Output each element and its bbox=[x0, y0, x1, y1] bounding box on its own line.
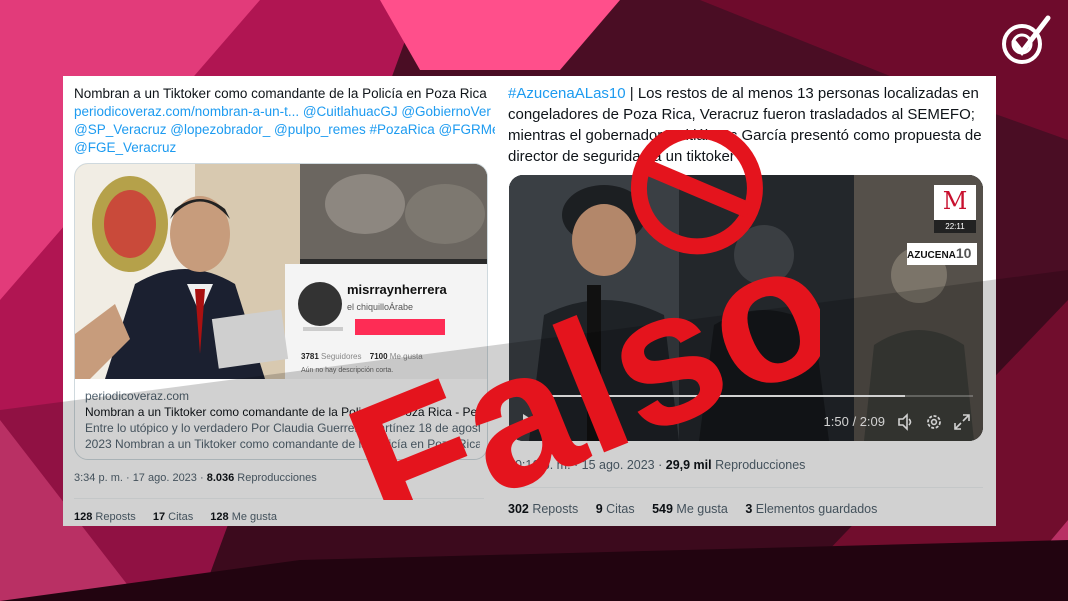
play-icon[interactable] bbox=[521, 413, 537, 431]
left-quotes[interactable]: 17 Citas bbox=[153, 511, 193, 523]
program-number: 10 bbox=[955, 245, 972, 261]
left-reposts[interactable]: 128 Reposts bbox=[74, 511, 136, 523]
right-likes-label: Me gusta bbox=[672, 502, 728, 516]
right-views-label: Reproducciones bbox=[711, 458, 806, 472]
left-quotes-count: 17 bbox=[152, 511, 166, 523]
right-tweet-card[interactable]: #AzucenaALas10 | Los restos de al menos … bbox=[495, 76, 996, 526]
link-preview-domain: periodicoveraz.com bbox=[85, 389, 190, 403]
right-saves-label: Elementos guardados bbox=[752, 502, 878, 516]
left-likes[interactable]: 128 Me gusta bbox=[210, 511, 277, 523]
left-likes-label: Me gusta bbox=[228, 511, 277, 523]
video-time: 1:50 / 2:09 bbox=[824, 414, 885, 429]
left-tweet-stats: 128 Reposts 17 Citas 128 Me gusta bbox=[74, 511, 291, 523]
fullscreen-icon[interactable] bbox=[953, 413, 971, 431]
left-tweet-links[interactable]: periodicoveraz.com/nombran-a-un-t... @Cu… bbox=[74, 103, 491, 121]
right-reposts-label: Reposts bbox=[528, 502, 579, 516]
video-duration: 2:09 bbox=[859, 414, 885, 429]
link-preview-desc-2: 2023 Nombran a un Tiktoker como comandan… bbox=[85, 437, 480, 451]
right-saves[interactable]: 3 Elementos guardados bbox=[745, 502, 877, 516]
video-progress-fill bbox=[519, 395, 905, 397]
right-quotes-label: Citas bbox=[602, 502, 635, 516]
video-elapsed: 1:50 bbox=[823, 414, 849, 429]
left-timestamp-text: 3:34 p. m. · 17 ago. 2023 · bbox=[74, 472, 207, 484]
video-frame bbox=[509, 175, 983, 441]
thumb-stats: 3781 Seguidores 7100 Me gusta bbox=[301, 352, 423, 361]
right-divider bbox=[508, 487, 983, 488]
right-tweet-hashtag[interactable]: #AzucenaALas10 bbox=[508, 85, 626, 102]
program-label: AZUCENA bbox=[907, 250, 956, 261]
right-reposts-count: 302 bbox=[508, 502, 529, 516]
right-tweet-timestamp: 10:16 p. m. · 15 ago. 2023 · 29,9 mil Re… bbox=[508, 458, 805, 472]
thumb-bio: Aún no hay descripción corta. bbox=[301, 367, 394, 374]
thumbnail-illustration bbox=[75, 164, 487, 379]
left-reposts-label: Reposts bbox=[92, 511, 136, 523]
video-player[interactable]: M 22:11 AZUCENA10 1:50 / 2:09 bbox=[509, 175, 983, 441]
link-preview-thumbnail: misrraynherrera el chiquilloÁrabe 3781 S… bbox=[75, 164, 487, 379]
left-views-label: Reproducciones bbox=[234, 472, 317, 484]
right-quotes-count: 9 bbox=[595, 502, 603, 516]
left-likes-count: 128 bbox=[210, 511, 229, 523]
video-progress-track[interactable] bbox=[519, 395, 973, 397]
thumb-profile-sub: el chiquilloÁrabe bbox=[347, 302, 414, 312]
right-reposts[interactable]: 302 Reposts bbox=[508, 502, 578, 516]
left-tweet-card[interactable]: Nombran a un Tiktoker como comandante de… bbox=[63, 76, 495, 526]
right-quotes[interactable]: 9 Citas bbox=[596, 502, 635, 516]
left-views-count: 8.036 bbox=[206, 472, 235, 484]
right-likes-count: 549 bbox=[652, 502, 673, 516]
left-tweet-mentions[interactable]: @SP_Veracruz @lopezobrador_ @pulpo_remes… bbox=[74, 121, 495, 139]
left-reposts-count: 128 bbox=[74, 511, 93, 523]
link-preview-meta: periodicoveraz.com Nombran a un Tiktoker… bbox=[85, 388, 480, 452]
left-divider bbox=[74, 498, 484, 499]
link-preview-title[interactable]: Nombran a un Tiktoker como comandante de… bbox=[85, 404, 480, 420]
left-tweet-text: Nombran a un Tiktoker como comandante de… bbox=[74, 85, 495, 157]
left-tweet-headline: Nombran a un Tiktoker como comandante de… bbox=[74, 86, 487, 101]
video-time-separator: / bbox=[848, 414, 860, 429]
thumb-count1: 3781 bbox=[301, 352, 319, 361]
right-timestamp-text: 10:16 p. m. · 15 ago. 2023 · bbox=[508, 458, 666, 472]
link-preview-card[interactable]: misrraynherrera el chiquilloÁrabe 3781 S… bbox=[74, 163, 488, 460]
left-quotes-label: Citas bbox=[165, 511, 194, 523]
left-tweet-timestamp: 3:34 p. m. · 17 ago. 2023 · 8.036 Reprod… bbox=[74, 472, 317, 484]
volume-icon[interactable] bbox=[897, 413, 915, 431]
verificado-logo-icon bbox=[1002, 15, 1051, 64]
program-bug: AZUCENA10 bbox=[907, 245, 971, 261]
left-tweet-mention-fge[interactable]: @FGE_Veracruz bbox=[74, 139, 484, 157]
thumb-label2: Me gusta bbox=[389, 352, 423, 361]
thumb-profile-name: misrraynherrera bbox=[347, 282, 447, 297]
right-tweet-stats: 302 Reposts 9 Citas 549 Me gusta 3 Eleme… bbox=[508, 502, 891, 516]
channel-letter: M bbox=[942, 187, 968, 215]
channel-time: 22:11 bbox=[934, 220, 976, 233]
right-likes[interactable]: 549 Me gusta bbox=[652, 502, 728, 516]
settings-icon[interactable] bbox=[925, 413, 943, 431]
link-preview-desc-1: Entre lo utópico y lo verdadero Por Clau… bbox=[85, 421, 480, 435]
right-views-count: 29,9 mil bbox=[665, 458, 712, 472]
right-tweet-text: #AzucenaALas10 | Los restos de al menos … bbox=[508, 83, 988, 167]
thumb-count2: 7100 bbox=[369, 352, 388, 361]
thumb-label1: Seguidores bbox=[321, 352, 362, 361]
